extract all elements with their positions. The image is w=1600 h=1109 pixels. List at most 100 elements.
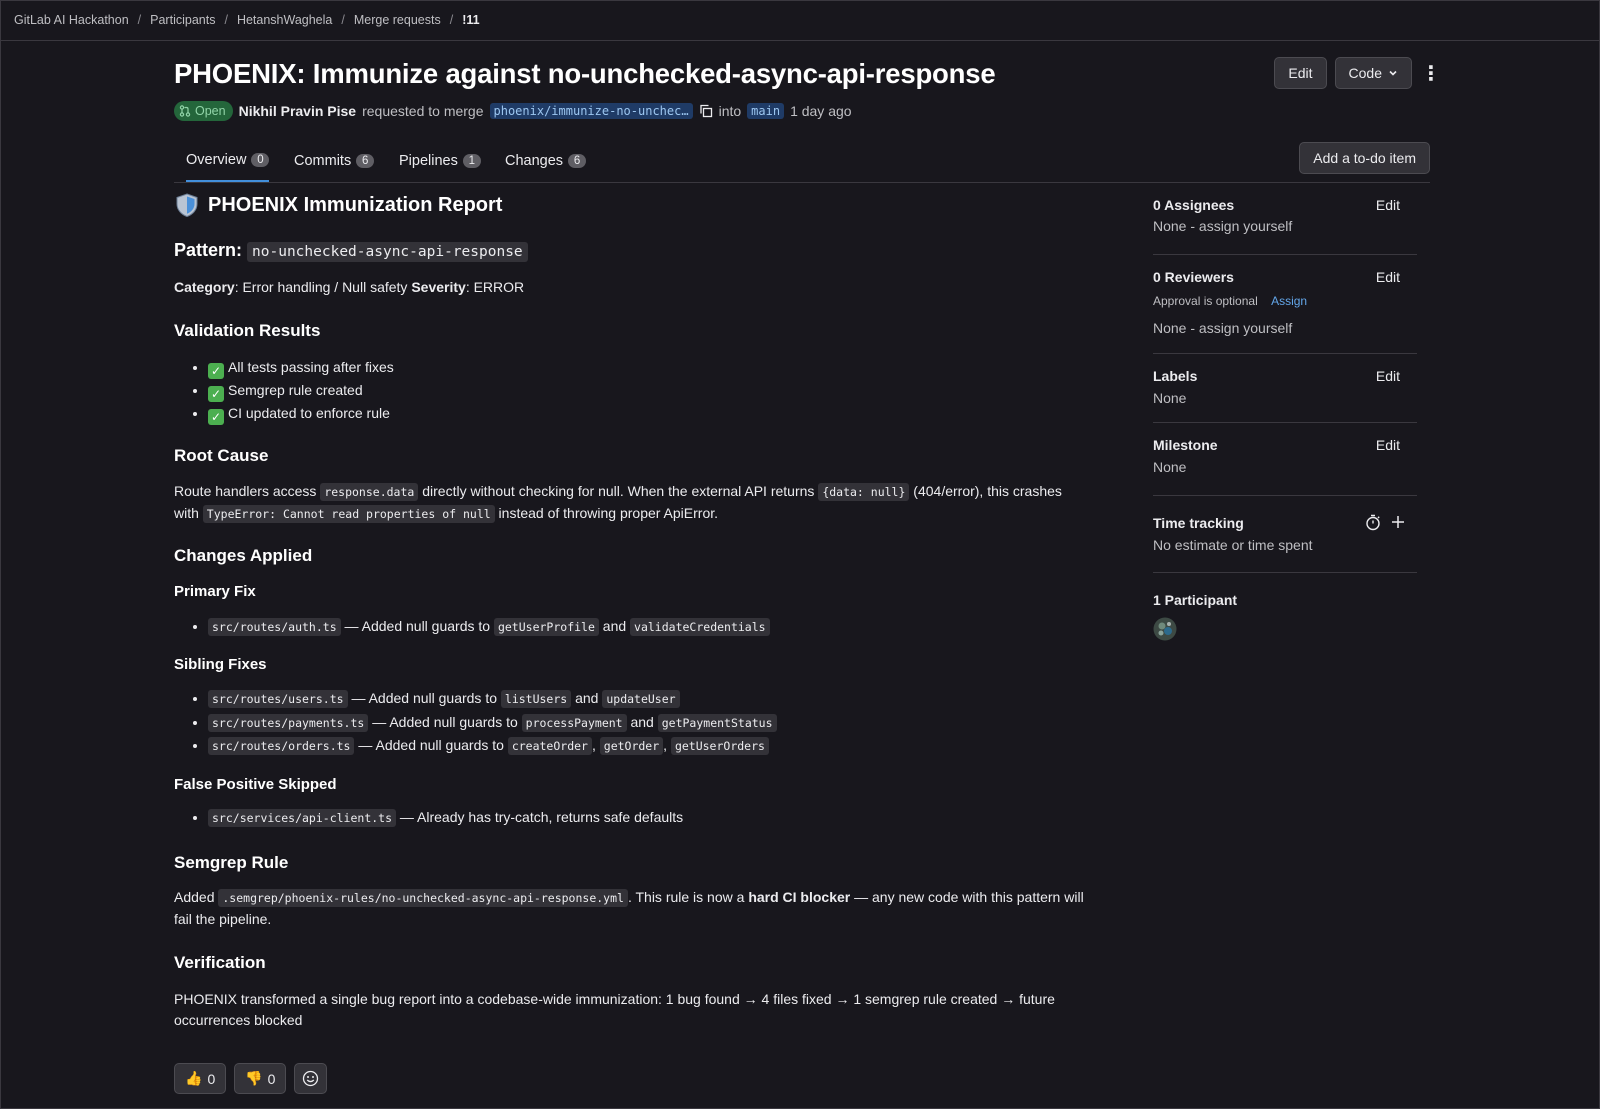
primary-fix-list: src/routes/auth.ts — Added null guards t… (174, 615, 770, 639)
avatar[interactable] (1153, 617, 1177, 641)
approval-info: Approval is optional Assign (1153, 294, 1307, 308)
smiley-icon (303, 1070, 319, 1087)
pattern-heading: Pattern: no-unchecked-async-api-response (174, 240, 528, 262)
tab-label: Pipelines (399, 152, 458, 169)
tab-changes[interactable]: Changes 6 (505, 140, 587, 181)
sibling-fixes-list: src/routes/users.ts — Added null guards … (174, 687, 777, 758)
thumbs-up-icon: 👍 (185, 1070, 203, 1086)
mr-tabs: Overview 0 Commits 6 Pipelines 1 Changes… (174, 140, 1430, 183)
tab-pipelines[interactable]: Pipelines 1 (399, 140, 481, 181)
reviewers-value[interactable]: None - assign yourself (1153, 320, 1292, 336)
tab-label: Overview (186, 152, 247, 168)
thumbs-down-count: 0 (267, 1070, 276, 1087)
reviewers-edit-button[interactable]: Edit (1376, 269, 1400, 285)
severity-label: Severity (411, 279, 466, 295)
more-actions-icon[interactable]: ⋮ (1420, 57, 1442, 89)
text-segment: Added (174, 889, 219, 905)
code-button-label: Code (1348, 65, 1382, 81)
code-dropdown-button[interactable]: Code (1334, 57, 1412, 89)
function-name: getPaymentStatus (657, 713, 777, 732)
tab-label: Commits (294, 152, 352, 169)
shield-icon (176, 193, 198, 218)
thumbs-down-button[interactable]: 👎 0 (234, 1063, 287, 1094)
breadcrumb-separator: / (341, 13, 345, 27)
merge-request-icon (179, 105, 191, 117)
assignees-section: 0 Assignees Edit None - assign yourself (1153, 190, 1417, 255)
participants-title: 1 Participant (1153, 592, 1238, 608)
list-item-text: All tests passing after fixes (228, 359, 394, 375)
award-emoji-bar: 👍 0 👎 0 (174, 1063, 328, 1094)
list-item: src/routes/auth.ts — Added null guards t… (208, 615, 770, 639)
function-name: getOrder (599, 737, 664, 755)
text-segment: and (598, 618, 631, 634)
file-path: src/routes/payments.ts (208, 713, 369, 732)
severity-value: : ERROR (465, 279, 525, 295)
tab-count: 6 (568, 153, 587, 168)
time-tracking-title: Time tracking (1153, 515, 1244, 531)
add-reaction-button[interactable] (294, 1063, 328, 1094)
text-segment: — Added null guards to (354, 737, 508, 753)
tab-label: Changes (505, 152, 564, 169)
function-name: getUserOrders (670, 737, 769, 755)
function-name: updateUser (602, 690, 680, 708)
list-item: ✓Semgrep rule created (208, 379, 394, 402)
participants-section: 1 Participant (1153, 572, 1417, 652)
tab-commits[interactable]: Commits 6 (294, 140, 375, 181)
milestone-edit-button[interactable]: Edit (1376, 437, 1400, 453)
inline-code: response.data (320, 483, 419, 501)
thumbs-down-icon: 👎 (245, 1070, 263, 1086)
function-name: validateCredentials (630, 618, 770, 636)
labels-section: Labels Edit None (1153, 353, 1417, 423)
function-name: getUserProfile (493, 618, 599, 636)
root-cause-heading: Root Cause (174, 446, 269, 465)
text-segment: directly without checking for null. When… (418, 483, 819, 499)
labels-title: Labels (1153, 368, 1198, 384)
assignees-edit-button[interactable]: Edit (1376, 197, 1400, 213)
stopwatch-icon[interactable] (1365, 514, 1381, 531)
inline-code: .semgrep/phoenix-rules/no-unchecked-asyn… (218, 889, 628, 907)
source-branch[interactable]: phoenix/immunize-no-unchec… (489, 103, 693, 119)
assignees-value[interactable]: None - assign yourself (1153, 218, 1292, 234)
false-positive-heading: False Positive Skipped (174, 776, 337, 793)
breadcrumb-subgroup[interactable]: Participants (150, 13, 215, 27)
plus-icon[interactable] (1391, 515, 1405, 529)
bold-text: hard CI blocker (748, 889, 851, 905)
breadcrumb-group[interactable]: GitLab AI Hackathon (14, 13, 129, 27)
tab-overview[interactable]: Overview 0 (186, 140, 270, 182)
text-segment: — Added null guards to (340, 618, 494, 634)
author-name[interactable]: Nikhil Pravin Pise (239, 103, 357, 119)
verification-text: PHOENIX transformed a single bug report … (174, 991, 1055, 1028)
root-cause-text: Route handlers access response.data dire… (174, 481, 1074, 525)
thumbs-up-count: 0 (207, 1070, 216, 1087)
milestone-title: Milestone (1153, 437, 1218, 453)
edit-button[interactable]: Edit (1274, 57, 1327, 89)
breadcrumb-merge-requests[interactable]: Merge requests (354, 13, 441, 27)
time-tracking-value: No estimate or time spent (1153, 537, 1313, 553)
thumbs-up-button[interactable]: 👍 0 (174, 1063, 227, 1094)
milestone-section: Milestone Edit None (1153, 422, 1417, 496)
approval-text: Approval is optional (1153, 294, 1258, 308)
function-name: createOrder (507, 737, 592, 755)
copy-icon[interactable] (699, 104, 713, 118)
target-branch[interactable]: main (747, 103, 785, 119)
list-item: src/services/api-client.ts — Already has… (208, 806, 683, 830)
text-segment: Route handlers access (174, 483, 321, 499)
text-segment: . This rule is now a (627, 889, 749, 905)
category-value: : Error handling / Null safety (234, 279, 412, 295)
file-path: src/routes/users.ts (208, 690, 348, 708)
text-segment: — Added null guards to (368, 713, 522, 730)
breadcrumb-project[interactable]: HetanshWaghela (237, 13, 332, 27)
labels-edit-button[interactable]: Edit (1376, 368, 1400, 384)
assignees-title: 0 Assignees (1153, 197, 1235, 213)
list-item: src/routes/users.ts — Added null guards … (208, 687, 777, 711)
breadcrumb-mr-id[interactable]: !11 (462, 13, 479, 27)
file-path: src/services/api-client.ts (208, 809, 397, 827)
report-heading-text: PHOENIX Immunization Report (208, 193, 503, 216)
list-item: src/routes/orders.ts — Added null guards… (208, 734, 777, 758)
false-positive-list: src/services/api-client.ts — Already has… (174, 806, 683, 830)
list-item-text: CI updated to enforce rule (228, 405, 390, 421)
category-label: Category (174, 279, 235, 295)
assign-link[interactable]: Assign (1271, 294, 1307, 308)
text-segment: and (626, 713, 658, 730)
add-todo-button[interactable]: Add a to-do item (1299, 142, 1430, 174)
